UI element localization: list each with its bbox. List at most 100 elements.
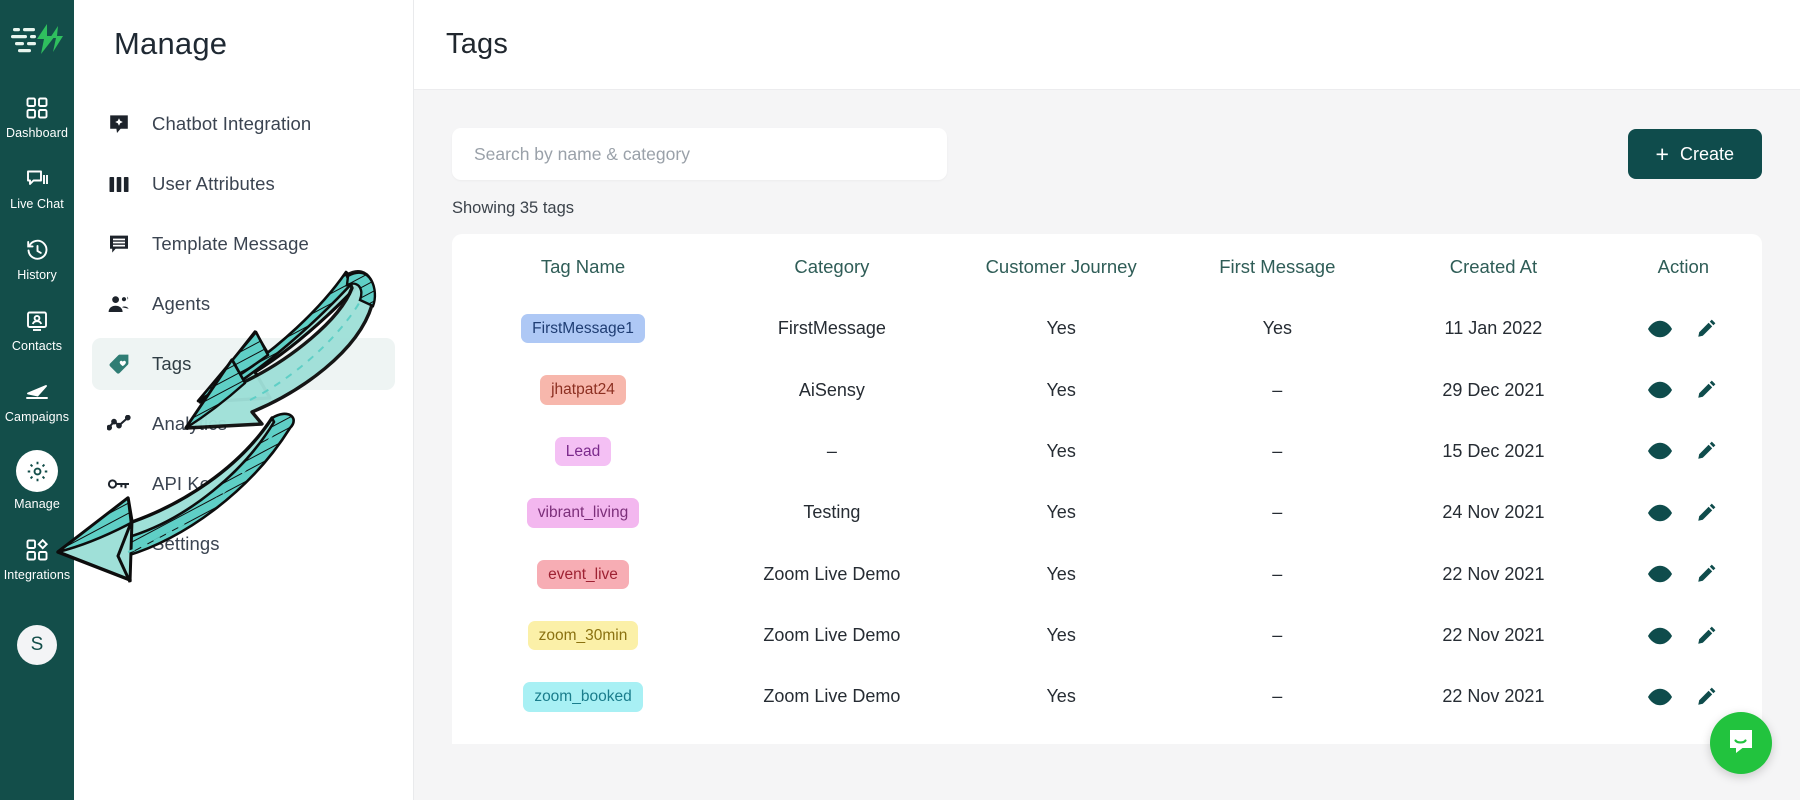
pencil-icon[interactable] [1694, 685, 1718, 709]
tags-table: Tag Name Category Customer Journey First… [452, 234, 1762, 728]
chat-bubbles-icon [24, 166, 50, 192]
eye-icon[interactable] [1648, 378, 1673, 402]
cell-tag-name: FirstMessage1 [452, 298, 714, 359]
sidebar-label-template-message: Template Message [152, 233, 309, 254]
rail-label-dashboard: Dashboard [5, 126, 69, 140]
rail-item-manage[interactable]: Manage [0, 441, 74, 518]
avatar[interactable]: S [17, 625, 57, 665]
cell-customer-journey: Yes [1046, 686, 1076, 707]
cell-first-message: Yes [1262, 318, 1292, 339]
main-content: Tags + Create Showing 35 tags Tag Name C… [414, 0, 1800, 800]
sidebar-label-chatbot-integration: Chatbot Integration [152, 113, 312, 134]
cell-category: Zoom Live Demo [763, 625, 901, 646]
cell-created-at: 22 Nov 2021 [1442, 625, 1545, 646]
table-header: Tag Name Category Customer Journey First… [452, 234, 1762, 298]
cell-tag-name: vibrant_living [452, 482, 714, 543]
sidebar-title: Manage [114, 26, 228, 61]
sidebar-item-user-attributes[interactable]: User Attributes [92, 158, 395, 210]
sidebar-item-api-key[interactable]: API Key [92, 458, 395, 510]
page-title: Tags [446, 28, 509, 60]
cell-tag-name: jhatpat24 [452, 359, 714, 420]
rail-label-integrations: Integrations [3, 568, 71, 582]
sidebar-item-settings[interactable]: Settings [92, 518, 395, 570]
rail-item-live-chat[interactable]: Live Chat [0, 157, 74, 218]
table-row: FirstMessage1 FirstMessage Yes Yes 11 Jan 20… [452, 298, 1762, 359]
cell-customer-journey: Yes [1046, 318, 1076, 339]
cell-category: – [826, 440, 837, 461]
rail-item-campaigns[interactable]: Campaigns [0, 370, 74, 431]
sidebar-label-analytics: Analytics [152, 413, 227, 434]
avatar-initial: S [30, 634, 44, 655]
tag-chip[interactable]: zoom_booked [523, 682, 643, 712]
eye-icon[interactable] [1648, 685, 1673, 709]
cell-tag-name: zoom_booked [452, 666, 714, 727]
pencil-icon[interactable] [1694, 317, 1718, 341]
sidebar-item-tags[interactable]: Tags [92, 338, 395, 390]
create-button-label: Create [1679, 143, 1734, 164]
tags-management-page: Dashboard Live Chat History Contacts Cam… [0, 0, 1800, 800]
row-actions [1605, 378, 1762, 402]
pencil-icon[interactable] [1694, 378, 1718, 402]
chatbot-icon [106, 111, 132, 137]
pencil-icon[interactable] [1694, 501, 1718, 525]
eye-icon[interactable] [1648, 317, 1673, 341]
rail-item-dashboard[interactable]: Dashboard [0, 86, 74, 147]
sidebar-item-agents[interactable]: Agents [92, 278, 395, 330]
cell-customer-journey: Yes [1046, 379, 1076, 400]
eye-icon[interactable] [1648, 562, 1673, 586]
tag-chip[interactable]: FirstMessage1 [521, 314, 645, 344]
cell-customer-journey: Yes [1046, 440, 1076, 461]
integrations-icon [24, 537, 50, 563]
pencil-icon[interactable] [1694, 439, 1718, 463]
tag-chip[interactable]: zoom_30min [527, 620, 639, 651]
plus-icon: + [1655, 140, 1669, 167]
table-row: jhatpat24 AiSensy Yes – 29 Dec 2021 [452, 359, 1762, 420]
cell-action [1605, 605, 1762, 666]
cell-action [1605, 482, 1762, 543]
sidebar-label-tags: Tags [152, 353, 192, 374]
sidebar-item-analytics[interactable]: Analytics [92, 398, 395, 450]
rail-label-live-chat: Live Chat [10, 197, 64, 211]
manage-sidebar: Manage Chatbot Integration User Attribut… [74, 0, 414, 800]
aisensy-logo-icon[interactable] [9, 22, 65, 56]
tag-icon [106, 351, 132, 377]
row-actions [1605, 317, 1762, 341]
content-area: + Create Showing 35 tags Tag Name Catego… [414, 90, 1800, 800]
sidebar-item-chatbot-integration[interactable]: Chatbot Integration [92, 98, 395, 150]
tag-chip[interactable]: Lead [554, 436, 612, 467]
intercom-chat-icon [1726, 726, 1756, 761]
columns-icon [106, 171, 132, 197]
eye-icon[interactable] [1648, 501, 1673, 525]
tag-chip[interactable]: jhatpat24 [540, 375, 626, 405]
cell-created-at: 15 Dec 2021 [1442, 440, 1545, 461]
rail-item-contacts[interactable]: Contacts [0, 299, 74, 360]
tag-chip[interactable]: vibrant_living [526, 498, 640, 528]
eye-icon[interactable] [1648, 439, 1673, 463]
chat-launcher-button[interactable] [1710, 712, 1772, 774]
cell-first-message: – [1272, 440, 1283, 461]
create-button[interactable]: + Create [1627, 129, 1762, 179]
column-header-category: Category [794, 256, 870, 277]
cell-category: AiSensy [798, 379, 865, 400]
cell-created-at: 22 Nov 2021 [1442, 686, 1545, 707]
column-header-created-at: Created At [1449, 256, 1538, 277]
rail-label-manage: Manage [14, 497, 60, 511]
table-body: FirstMessage1 FirstMessage Yes Yes 11 Jan 20… [452, 298, 1762, 728]
cell-category: Zoom Live Demo [763, 686, 901, 707]
eye-icon[interactable] [1648, 624, 1673, 648]
rail-item-history[interactable]: History [0, 228, 74, 289]
key-icon [106, 471, 132, 497]
tag-chip[interactable]: event_live [537, 559, 629, 589]
primary-navigation-rail: Dashboard Live Chat History Contacts Cam… [0, 0, 74, 800]
dashboard-icon [24, 95, 50, 121]
row-actions [1605, 685, 1762, 709]
pencil-icon[interactable] [1694, 624, 1718, 648]
sidebar-label-agents: Agents [152, 293, 211, 314]
sidebar-item-template-message[interactable]: Template Message [92, 218, 395, 270]
cell-tag-name: zoom_30min [452, 605, 714, 666]
cell-first-message: – [1272, 686, 1283, 707]
search-input[interactable] [452, 128, 947, 180]
rail-item-integrations[interactable]: Integrations [0, 528, 74, 589]
pencil-icon[interactable] [1694, 562, 1718, 586]
cell-tag-name: event_live [452, 544, 714, 605]
